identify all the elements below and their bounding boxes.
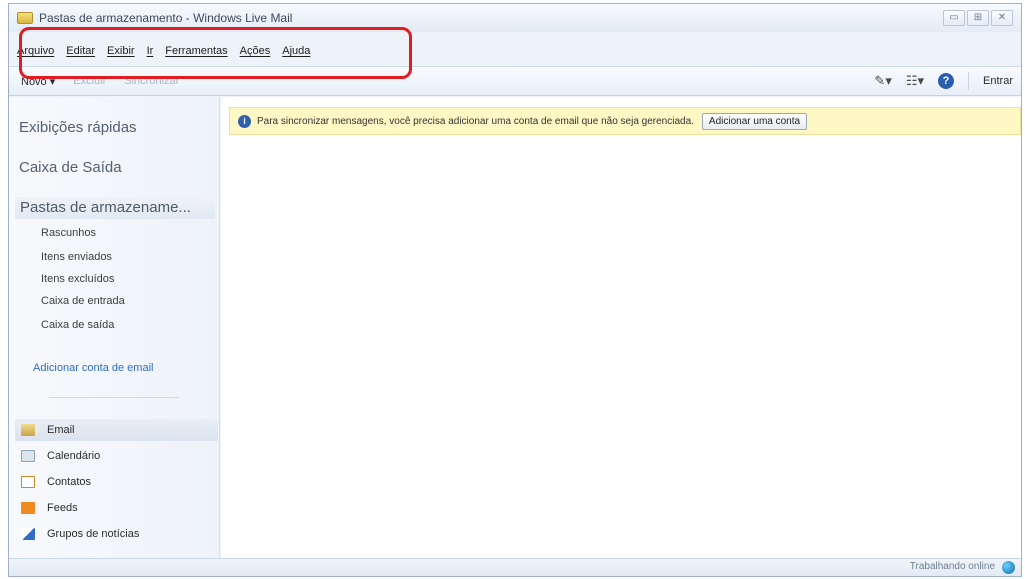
toolbar-right: ✎▾ ☷▾ ? Entrar (874, 72, 1013, 90)
app-window: Pastas de armazenamento - Windows Live M… (8, 3, 1022, 577)
info-icon: i (238, 114, 251, 128)
nav-contacts[interactable]: Contatos (15, 471, 218, 493)
online-globe-icon (1002, 561, 1015, 574)
info-message: Para sincronizar mensagens, você precisa… (257, 115, 694, 127)
email-icon (21, 424, 35, 436)
add-email-account-link[interactable]: Adicionar conta de email (33, 362, 153, 374)
rss-feed-icon (21, 502, 35, 514)
add-account-button[interactable]: Adicionar uma conta (701, 112, 808, 130)
menu-highlight-annotation (19, 27, 412, 79)
calendar-icon (21, 450, 35, 462)
nav-email[interactable]: Email (15, 419, 218, 441)
contacts-icon (21, 476, 35, 488)
storage-folders-section[interactable]: Pastas de armazename... (15, 197, 215, 219)
outbox-header[interactable]: Caixa de Saída (19, 159, 122, 176)
nav-newsgroups[interactable]: Grupos de notícias (15, 523, 218, 545)
view-icon[interactable]: ☷▾ (906, 73, 924, 89)
status-text: Trabalhando online (909, 561, 995, 572)
sign-in-button[interactable]: Entrar (983, 75, 1013, 87)
toolbar-separator (968, 72, 970, 90)
folder-deleted[interactable]: Itens excluídos (41, 273, 114, 285)
folder-drafts[interactable]: Rascunhos (41, 227, 96, 239)
nav-contacts-label: Contatos (47, 476, 92, 488)
info-bar: i Para sincronizar mensagens, você preci… (229, 107, 1021, 135)
status-bar: Trabalhando online (9, 558, 1021, 576)
close-button[interactable]: ✕ (991, 10, 1013, 26)
nav-calendar-label: Calendário (47, 450, 101, 462)
nav-newsgroups-label: Grupos de notícias (47, 528, 140, 540)
folder-outbox[interactable]: Caixa de saída (41, 319, 114, 331)
window-title: Pastas de armazenamento - Windows Live M… (39, 11, 293, 25)
nav-feeds[interactable]: Feeds (15, 497, 218, 519)
sidebar-divider (49, 397, 179, 398)
quick-views-header[interactable]: Exibições rápidas (19, 119, 137, 136)
nav-calendar[interactable]: Calendário (15, 445, 218, 467)
main-content: i Para sincronizar mensagens, você preci… (221, 97, 1021, 558)
folder-inbox[interactable]: Caixa de entrada (41, 295, 125, 307)
help-icon[interactable]: ? (938, 73, 955, 89)
newsgroups-icon (21, 528, 35, 540)
window-controls: ▭ ⊞ ✕ (943, 10, 1013, 26)
nav-feeds-label: Feeds (47, 502, 78, 514)
minimize-button[interactable]: ▭ (943, 10, 965, 26)
maximize-button[interactable]: ⊞ (967, 10, 989, 26)
nav-email-label: Email (47, 424, 75, 436)
mail-app-icon (17, 12, 33, 24)
sidebar: Exibições rápidas Caixa de Saída Pastas … (9, 97, 220, 558)
pen-icon[interactable]: ✎▾ (874, 73, 891, 89)
folder-sent[interactable]: Itens enviados (41, 251, 112, 263)
